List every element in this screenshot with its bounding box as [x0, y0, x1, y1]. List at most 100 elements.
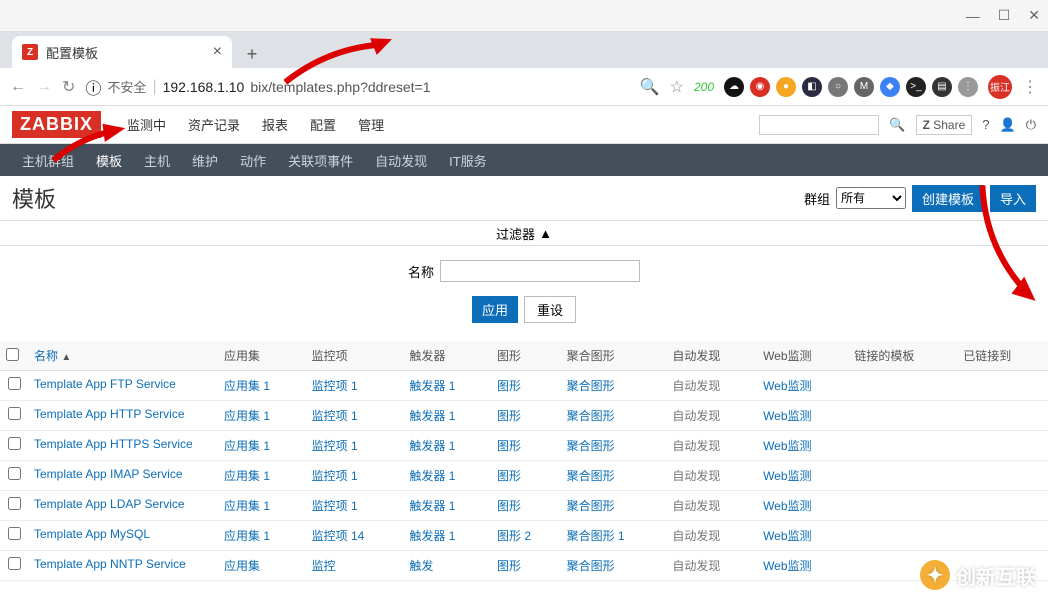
row-checkbox[interactable]	[8, 407, 21, 420]
web-link[interactable]: Web监测	[763, 439, 811, 453]
new-tab-button[interactable]: +	[238, 40, 266, 68]
window-maximize-icon[interactable]: ☐	[998, 7, 1011, 24]
top-menu-item[interactable]: 管理	[348, 111, 394, 138]
graphs-link[interactable]: 图形	[497, 559, 521, 573]
extension-icon[interactable]: M	[854, 77, 874, 97]
create-template-button[interactable]: 创建模板	[912, 185, 984, 212]
logout-icon[interactable]: ⏻	[1026, 117, 1036, 133]
template-name-link[interactable]: Template App NNTP Service	[34, 557, 186, 571]
sub-menu-item[interactable]: 动作	[230, 151, 276, 170]
triggers-link[interactable]: 触发器 1	[409, 409, 455, 423]
items-link[interactable]: 监控项 1	[312, 409, 358, 423]
zabbix-logo[interactable]: ZABBIX	[12, 111, 101, 138]
agg-link[interactable]: 聚合图形 1	[567, 529, 625, 543]
apps-link[interactable]: 应用集	[224, 559, 260, 573]
apps-link[interactable]: 应用集 1	[224, 499, 270, 513]
template-name-link[interactable]: Template App MySQL	[34, 527, 150, 541]
sub-menu-item[interactable]: 主机	[134, 151, 180, 170]
filter-toggle[interactable]: 过滤器 ▲	[0, 220, 1048, 246]
web-link[interactable]: Web监测	[763, 379, 811, 393]
import-button[interactable]: 导入	[990, 185, 1036, 212]
row-checkbox[interactable]	[8, 377, 21, 390]
apps-link[interactable]: 应用集 1	[224, 409, 270, 423]
row-checkbox[interactable]	[8, 467, 21, 480]
items-link[interactable]: 监控项 1	[312, 439, 358, 453]
web-link[interactable]: Web监测	[763, 499, 811, 513]
extension-icon[interactable]: >_	[906, 77, 926, 97]
user-icon[interactable]: 👤	[1000, 117, 1016, 133]
triggers-link[interactable]: 触发器 1	[409, 439, 455, 453]
select-all-checkbox[interactable]	[6, 348, 19, 361]
help-icon[interactable]: ?	[982, 117, 989, 132]
items-link[interactable]: 监控	[312, 559, 336, 573]
filter-name-input[interactable]	[440, 260, 640, 282]
filter-apply-button[interactable]: 应用	[472, 296, 518, 323]
extension-icon[interactable]: ●	[776, 77, 796, 97]
url-address[interactable]: ⓘ 不安全 | 192.168.1.10 bix/templates.php?d…	[85, 75, 430, 99]
items-link[interactable]: 监控项 1	[312, 499, 358, 513]
row-checkbox[interactable]	[8, 497, 21, 510]
top-menu-item[interactable]: 资产记录	[178, 111, 250, 138]
extension-icon[interactable]: ○	[828, 77, 848, 97]
top-menu-item[interactable]: 监测中	[117, 111, 176, 138]
top-menu-item[interactable]: 报表	[252, 111, 298, 138]
web-link[interactable]: Web监测	[763, 559, 811, 573]
agg-link[interactable]: 聚合图形	[567, 559, 615, 573]
row-checkbox[interactable]	[8, 557, 21, 570]
row-checkbox[interactable]	[8, 527, 21, 540]
sub-menu-item[interactable]: 维护	[182, 151, 228, 170]
bookmark-star-icon[interactable]: ☆	[670, 77, 684, 97]
graphs-link[interactable]: 图形	[497, 469, 521, 483]
sub-menu-item[interactable]: 主机群组	[12, 151, 84, 170]
filter-reset-button[interactable]: 重设	[524, 296, 576, 323]
agg-link[interactable]: 聚合图形	[567, 469, 615, 483]
extension-icon[interactable]: ◉	[750, 77, 770, 97]
graphs-link[interactable]: 图形	[497, 499, 521, 513]
template-name-link[interactable]: Template App FTP Service	[34, 377, 176, 391]
header-search-input[interactable]	[759, 115, 879, 135]
triggers-link[interactable]: 触发器 1	[409, 379, 455, 393]
sub-menu-item[interactable]: IT服务	[439, 151, 497, 170]
sub-menu-item[interactable]: 模板	[86, 151, 132, 170]
agg-link[interactable]: 聚合图形	[567, 409, 615, 423]
apps-link[interactable]: 应用集 1	[224, 529, 270, 543]
extension-icon[interactable]: ◧	[802, 77, 822, 97]
sub-menu-item[interactable]: 关联项事件	[278, 151, 363, 170]
web-link[interactable]: Web监测	[763, 409, 811, 423]
items-link[interactable]: 监控项 1	[312, 469, 358, 483]
web-link[interactable]: Web监测	[763, 469, 811, 483]
group-select[interactable]: 所有	[836, 187, 906, 209]
extension-icon[interactable]: ▤	[932, 77, 952, 97]
agg-link[interactable]: 聚合图形	[567, 499, 615, 513]
search-icon[interactable]: 🔍	[889, 117, 905, 133]
template-name-link[interactable]: Template App IMAP Service	[34, 467, 183, 481]
top-menu-item[interactable]: 配置	[300, 111, 346, 138]
triggers-link[interactable]: 触发器 1	[409, 499, 455, 513]
row-checkbox[interactable]	[8, 437, 21, 450]
web-link[interactable]: Web监测	[763, 529, 811, 543]
omnibox-search-icon[interactable]: 🔍	[640, 77, 660, 97]
template-name-link[interactable]: Template App LDAP Service	[34, 497, 185, 511]
triggers-link[interactable]: 触发器 1	[409, 469, 455, 483]
template-name-link[interactable]: Template App HTTP Service	[34, 407, 185, 421]
profile-avatar[interactable]: 振江	[988, 75, 1012, 99]
col-name[interactable]: 名称	[34, 349, 58, 363]
graphs-link[interactable]: 图形	[497, 409, 521, 423]
nav-back-icon[interactable]: ←	[10, 78, 26, 96]
graphs-link[interactable]: 图形 2	[497, 529, 531, 543]
template-name-link[interactable]: Template App HTTPS Service	[34, 437, 193, 451]
items-link[interactable]: 监控项 1	[312, 379, 358, 393]
triggers-link[interactable]: 触发器 1	[409, 529, 455, 543]
apps-link[interactable]: 应用集 1	[224, 379, 270, 393]
window-close-icon[interactable]: ✕	[1028, 7, 1040, 24]
nav-reload-icon[interactable]: ↻	[62, 77, 75, 97]
graphs-link[interactable]: 图形	[497, 439, 521, 453]
items-link[interactable]: 监控项 14	[312, 529, 365, 543]
triggers-link[interactable]: 触发	[409, 559, 433, 573]
browser-tab[interactable]: Z 配置模板 ×	[12, 36, 232, 68]
browser-menu-icon[interactable]: ⋮	[1022, 77, 1038, 97]
extension-icon[interactable]: ☁	[724, 77, 744, 97]
apps-link[interactable]: 应用集 1	[224, 469, 270, 483]
share-button[interactable]: Z Share	[916, 115, 973, 135]
extension-icon[interactable]: ⋮	[958, 77, 978, 97]
